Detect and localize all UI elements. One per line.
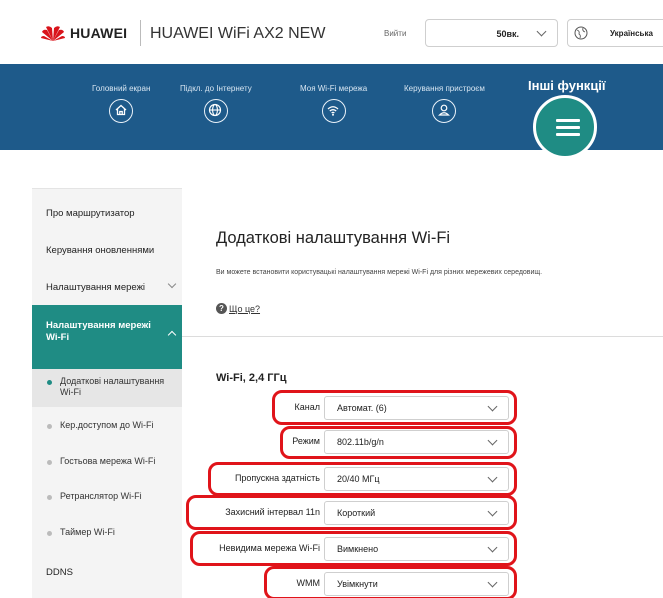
sidebar-subitem-guest-wifi[interactable]: Гостьова мережа Wi-Fi [32, 456, 182, 466]
product-name: HUAWEI WiFi AX2 NEW [150, 25, 326, 42]
sidebar-subitem-label: Таймер Wi-Fi [60, 527, 115, 537]
user-icon [432, 99, 457, 123]
page-description: Ви можете встановити користувацькі налаш… [216, 269, 543, 276]
chevron-down-icon [167, 279, 177, 289]
sidebar: Про маршрутизатор Керування оновленнями … [32, 188, 182, 598]
nav-device-management[interactable]: Керування пристроєм [404, 84, 485, 123]
bullet-dot-icon [47, 495, 52, 500]
sidebar-item-ddns[interactable]: DDNS [32, 567, 182, 578]
selected-dot-icon [47, 380, 52, 385]
sidebar-item-label: Налаштування мережі [46, 282, 146, 293]
account-select-value: 50вк. [496, 29, 519, 39]
main-content: Додаткові налаштування Wi-Fi Ви можете в… [182, 188, 663, 598]
globe-icon [203, 99, 228, 123]
annotation-ring [208, 462, 517, 496]
globe-icon [574, 26, 588, 40]
top-header: HUAWEI HUAWEI WiFi AX2 NEW Вийти 50вк. У… [0, 0, 663, 64]
sidebar-subitem-repeater[interactable]: Ретранслятор Wi-Fi [32, 491, 182, 501]
header-divider [140, 20, 141, 46]
brand-name: HUAWEI [70, 25, 128, 41]
logout-label[interactable]: Вийти [384, 29, 406, 38]
help-icon: ? [216, 303, 227, 314]
sidebar-subitem-wifi-access[interactable]: Кер.доступом до Wi-Fi [32, 420, 182, 430]
help-link[interactable]: ? Що це? [216, 303, 260, 314]
sidebar-item-label: Налаштування мережі [46, 320, 151, 331]
hamburger-menu-icon[interactable] [533, 95, 597, 159]
sidebar-item-label-line2: Wi-Fi [46, 332, 70, 343]
annotation-ring [190, 531, 517, 566]
sidebar-subitem-label: Гостьова мережа Wi-Fi [60, 456, 156, 466]
sidebar-item-updates[interactable]: Керування оновленнями [32, 245, 182, 256]
bullet-dot-icon [47, 531, 52, 536]
router-admin-page: HUAWEI HUAWEI WiFi AX2 NEW Вийти 50вк. У… [0, 0, 663, 598]
sidebar-item-about[interactable]: Про маршрутизатор [32, 208, 182, 219]
annotation-ring [272, 390, 517, 425]
huawei-logo[interactable]: HUAWEI [40, 24, 127, 42]
help-link-label: Що це? [229, 303, 261, 314]
chevron-up-icon [167, 330, 177, 340]
bullet-dot-icon [47, 460, 52, 465]
nav-home[interactable]: Головний екран [92, 84, 150, 123]
wifi-icon [321, 99, 346, 123]
sidebar-subitem-label: Ретранслятор Wi-Fi [60, 491, 142, 501]
sidebar-subitem-timer[interactable]: Таймер Wi-Fi [32, 527, 182, 537]
annotation-ring [186, 495, 517, 530]
account-select[interactable]: 50вк. [425, 19, 558, 47]
section-divider [182, 336, 663, 337]
bullet-dot-icon [47, 424, 52, 429]
sidebar-item-wifi-settings[interactable]: Налаштування мережі Wi-Fi [32, 305, 182, 369]
huawei-flower-icon [41, 26, 65, 41]
nav-device-management-label: Керування пристроєм [404, 84, 485, 93]
annotation-ring [280, 426, 517, 459]
nav-my-wifi-label: Моя Wi-Fi мережа [300, 84, 368, 93]
language-label: Українська [610, 29, 653, 38]
nav-internet-label: Підкл. до Інтернету [180, 84, 252, 93]
sidebar-subitem-advanced-wifi[interactable]: Додаткові налаштування Wi-Fi [32, 369, 182, 407]
home-icon [109, 99, 134, 123]
sidebar-subitem-label: Кер.доступом до Wi-Fi [60, 420, 154, 430]
language-select[interactable]: Українська [567, 19, 663, 47]
annotation-ring [264, 566, 517, 598]
sidebar-subitem-label: Додаткові налаштування [60, 376, 165, 386]
nav-internet[interactable]: Підкл. до Інтернету [180, 84, 252, 123]
nav-home-label: Головний екран [92, 84, 151, 93]
chevron-down-icon [536, 26, 547, 37]
section-title: Wi-Fi, 2,4 ГГц [216, 372, 287, 384]
page-title: Додаткові налаштування Wi-Fi [216, 229, 451, 247]
sidebar-item-network-settings[interactable]: Налаштування мережі [32, 279, 182, 293]
nav-more-functions[interactable]: Інші функції [528, 78, 606, 93]
sidebar-subitem-label-line2: Wi-Fi [60, 387, 81, 397]
nav-my-wifi[interactable]: Моя Wi-Fi мережа [300, 84, 367, 123]
